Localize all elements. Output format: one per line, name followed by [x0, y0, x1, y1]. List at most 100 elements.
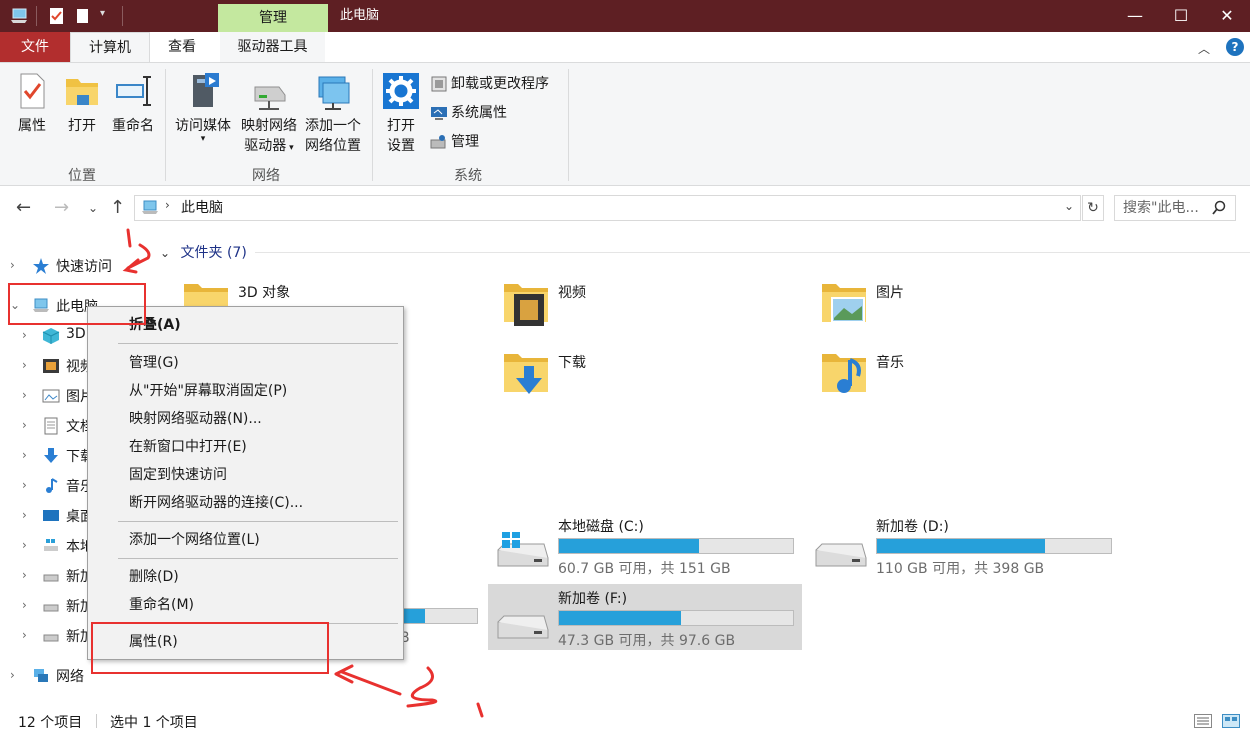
manage-button[interactable]: 管理 [430, 131, 479, 153]
address-path[interactable]: 此电脑 [181, 196, 223, 220]
computer-icon [142, 200, 158, 214]
folder-item-downloads[interactable]: 下载 [500, 346, 790, 406]
folder-label: 音乐 [876, 355, 904, 371]
open-button[interactable]: 打开 [60, 71, 104, 135]
document-icon [44, 417, 58, 435]
downloads-folder-icon [504, 354, 548, 394]
menu-item-delete[interactable]: 删除(D) [88, 563, 403, 591]
partial-drive-bar [402, 608, 478, 624]
search-input[interactable]: 搜索"此电... [1114, 195, 1236, 221]
drive-item-f[interactable]: 新加卷 (F:) 47.3 GB 可用，共 97.6 GB [488, 584, 802, 650]
search-icon[interactable] [1211, 200, 1227, 216]
maximize-button[interactable]: ☐ [1158, 0, 1204, 32]
location-group-label: 位置 [68, 168, 96, 184]
menu-item-unpin-start[interactable]: 从"开始"屏幕取消固定(P) [88, 377, 403, 405]
system-properties-label: 系统属性 [451, 105, 507, 121]
drive-usage-bar [558, 538, 794, 554]
drive-icon [43, 634, 59, 642]
menu-item-open-new-window[interactable]: 在新窗口中打开(E) [88, 433, 403, 461]
drive-usage-bar [876, 538, 1112, 554]
drive-item-d[interactable]: 新加卷 (D:) 110 GB 可用，共 398 GB [806, 512, 1120, 578]
chevron-right-icon[interactable]: › [10, 258, 15, 272]
details-view-icon[interactable] [1194, 714, 1212, 728]
chevron-down-icon: ▾ [286, 143, 294, 153]
chevron-right-icon[interactable]: › [22, 418, 27, 432]
up-arrow-icon[interactable]: ↑ [110, 197, 125, 218]
minimize-button[interactable]: — [1112, 0, 1158, 32]
chevron-right-icon[interactable]: › [22, 448, 27, 462]
collapse-ribbon-icon[interactable]: ︿ [1198, 40, 1210, 57]
uninstall-icon [431, 76, 447, 92]
network-location-icon [318, 76, 350, 110]
manage-context-tab[interactable]: 管理 [218, 4, 328, 32]
drive-item-c[interactable]: 本地磁盘 (C:) 60.7 GB 可用，共 151 GB [488, 512, 802, 578]
selection-count: 选中 1 个项目 [110, 715, 198, 731]
forward-arrow-icon[interactable]: → [54, 197, 69, 218]
tab-view[interactable]: 查看 [152, 32, 212, 62]
nav-label: 网络 [56, 669, 84, 685]
add-network-location-button[interactable]: 添加一个 网络位置 [300, 71, 366, 155]
chevron-down-icon: ▾ [200, 134, 206, 144]
open-label: 打开 [68, 118, 96, 134]
folders-header-label: 文件夹 (7) [180, 245, 247, 261]
drive-label: 新加卷 (F:) [558, 591, 628, 607]
tab-drive-tools[interactable]: 驱动器工具 [220, 32, 325, 62]
windows-drive-icon [44, 539, 58, 551]
chevron-right-icon[interactable]: › [22, 478, 27, 492]
annotation-box-properties [91, 622, 329, 674]
chevron-right-icon[interactable]: › [22, 508, 27, 522]
properties-quick-icon[interactable] [48, 6, 66, 26]
folder-label: 3D 对象 [238, 285, 291, 301]
map-network-drive-button[interactable]: 映射网络 驱动器 ▾ [237, 71, 301, 155]
menu-item-pin-quick-access[interactable]: 固定到快速访问 [88, 461, 403, 489]
close-button[interactable]: ✕ [1204, 0, 1250, 32]
pictures-icon [42, 389, 60, 403]
back-arrow-icon[interactable]: ← [16, 197, 31, 218]
folder-item-music[interactable]: 音乐 [818, 346, 1108, 406]
uninstall-program-button[interactable]: 卸载或更改程序 [430, 73, 549, 95]
add-location-label-1: 添加一个 [305, 118, 361, 134]
access-media-button[interactable]: 访问媒体 ▾ [170, 71, 236, 144]
menu-item-map-network-drive[interactable]: 映射网络驱动器(N)... [88, 405, 403, 433]
system-properties-button[interactable]: 系统属性 [430, 102, 507, 124]
refresh-icon[interactable]: ↻ [1082, 195, 1104, 221]
large-icons-view-icon[interactable] [1222, 714, 1240, 728]
nav-label: 3D [66, 326, 86, 342]
open-settings-label-1: 打开 [387, 118, 415, 134]
chevron-right-icon[interactable]: › [22, 538, 27, 552]
chevron-right-icon[interactable]: › [22, 568, 27, 582]
menu-item-disconnect-drive[interactable]: 断开网络驱动器的连接(C)... [88, 489, 403, 517]
properties-button[interactable]: 属性 [10, 71, 54, 135]
videos-folder-icon [504, 284, 548, 326]
recent-locations-chevron-icon[interactable]: ⌄ [88, 201, 98, 215]
tab-file[interactable]: 文件 [0, 32, 70, 62]
folder-label: 图片 [876, 285, 904, 301]
3d-cube-icon [42, 328, 60, 344]
download-arrow-icon [44, 448, 58, 463]
nav-item-quick-access[interactable]: › 快速访问 [0, 252, 150, 280]
chevron-right-icon[interactable]: › [22, 388, 27, 402]
folder-item-videos[interactable]: 视频 [500, 276, 790, 336]
new-folder-quick-icon[interactable] [74, 6, 92, 26]
properties-icon [20, 73, 45, 109]
chevron-right-icon[interactable]: › [22, 628, 27, 642]
open-settings-button[interactable]: 打开 设置 [378, 71, 424, 155]
address-dropdown-icon[interactable]: ⌄ [1064, 199, 1074, 213]
menu-item-manage[interactable]: 管理(G) [88, 349, 403, 377]
chevron-right-icon[interactable]: › [22, 328, 27, 342]
address-bar[interactable]: › 此电脑 ⌄ [134, 195, 1081, 221]
tab-computer[interactable]: 计算机 [70, 32, 150, 62]
folder-item-pictures[interactable]: 图片 [818, 276, 1108, 336]
chevron-right-icon[interactable]: › [22, 358, 27, 372]
rename-button[interactable]: 重命名 [106, 71, 160, 135]
help-icon[interactable]: ? [1226, 38, 1244, 56]
chevron-right-icon[interactable]: › [10, 668, 15, 682]
access-media-label: 访问媒体 [175, 118, 231, 134]
customize-toolbar-icon[interactable]: ▾ [100, 8, 105, 19]
pictures-folder-icon [822, 284, 866, 323]
folders-group-header[interactable]: ⌄ 文件夹 (7) [160, 242, 247, 262]
media-server-icon [193, 73, 219, 107]
chevron-right-icon[interactable]: › [22, 598, 27, 612]
menu-item-add-network-location[interactable]: 添加一个网络位置(L) [88, 526, 403, 554]
menu-item-rename[interactable]: 重命名(M) [88, 591, 403, 619]
